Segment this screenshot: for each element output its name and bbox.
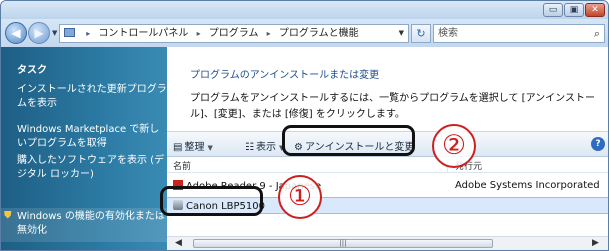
page-title: プログラムのアンインストールまたは変更 bbox=[190, 70, 380, 81]
scroll-right-icon[interactable]: ▶ bbox=[592, 238, 599, 248]
views-button[interactable]: ☷ 表示 ▼ bbox=[245, 138, 284, 153]
search-icon[interactable]: ⌕ bbox=[594, 25, 600, 42]
organize-label: 整理 bbox=[184, 142, 205, 153]
callout-number-two: ② bbox=[432, 124, 476, 168]
search-input[interactable]: 検索 ⌕ bbox=[433, 24, 605, 43]
task-heading: タスク bbox=[17, 65, 47, 76]
view-installed-updates-link[interactable]: インストールされた更新プログラムを表示 bbox=[17, 83, 167, 111]
breadcrumb-programs-and-features[interactable]: プログラムと機能 bbox=[279, 28, 359, 39]
scrollbar-thumb[interactable]: ||| bbox=[193, 239, 493, 248]
breadcrumb-separator-icon[interactable]: ▸ bbox=[86, 29, 90, 38]
address-row: ◀ ▶ ▼ ▸ コントロールパネル ▸ プログラム ▸ プログラムと機能 ▼ ↻… bbox=[1, 19, 608, 47]
scroll-left-icon[interactable]: ◀ bbox=[175, 238, 182, 248]
recent-pages-dropdown-icon[interactable]: ▼ bbox=[52, 29, 57, 37]
horizontal-scrollbar[interactable]: ◀ ||| ▶ bbox=[167, 236, 608, 250]
search-placeholder: 検索 bbox=[438, 28, 458, 39]
callout-box-uninstall bbox=[282, 125, 415, 156]
task-pane: タスク インストールされた更新プログラムを表示 Windows Marketpl… bbox=[1, 47, 167, 250]
control-panel-icon bbox=[64, 28, 75, 37]
windows-marketplace-link[interactable]: Windows Marketplace で新しいプログラムを取得 bbox=[17, 123, 167, 151]
views-label: 表示 bbox=[255, 142, 276, 153]
breadcrumb-control-panel[interactable]: コントロールパネル bbox=[98, 28, 188, 39]
address-bar[interactable]: ▸ コントロールパネル ▸ プログラム ▸ プログラムと機能 ▼ bbox=[59, 24, 409, 43]
breadcrumb-separator-icon[interactable]: ▸ bbox=[267, 29, 271, 38]
maximize-button[interactable]: ▣ bbox=[564, 3, 584, 17]
refresh-button[interactable]: ↻ bbox=[411, 24, 431, 43]
callout-number-one: ① bbox=[278, 175, 322, 219]
organize-icon: ▤ bbox=[173, 142, 183, 153]
title-bar: ▭ ▣ ✕ bbox=[1, 1, 608, 19]
column-name-header[interactable]: 名前 bbox=[173, 159, 191, 172]
shield-icon: ⛊ bbox=[4, 210, 12, 221]
views-icon: ☷ bbox=[245, 142, 254, 153]
back-button[interactable]: ◀ bbox=[5, 22, 27, 44]
address-dropdown-icon[interactable]: ▼ bbox=[399, 25, 404, 42]
forward-button[interactable]: ▶ bbox=[28, 22, 50, 44]
digital-locker-link[interactable]: 購入したソフトウェアを表示 (デジタル ロッカー) bbox=[17, 154, 167, 182]
windows-features-link[interactable]: Windows の機能の有効化または無効化 bbox=[17, 210, 167, 238]
minimize-button[interactable]: ▭ bbox=[543, 3, 563, 17]
callout-box-canon bbox=[160, 186, 263, 216]
breadcrumb-separator-icon[interactable]: ▸ bbox=[197, 29, 201, 38]
page-description: プログラムをアンインストールするには、一覧からプログラムを選択して [アンインス… bbox=[190, 93, 595, 120]
program-publisher: Adobe Systems Incorporated bbox=[455, 180, 600, 191]
close-button[interactable]: ✕ bbox=[585, 3, 605, 17]
breadcrumb-programs[interactable]: プログラム bbox=[209, 28, 259, 39]
chevron-down-icon: ▼ bbox=[207, 144, 213, 152]
column-header: 名前 発行元 bbox=[167, 157, 608, 173]
organize-button[interactable]: ▤ 整理 ▼ bbox=[173, 138, 213, 153]
help-button[interactable]: ? bbox=[591, 137, 605, 151]
